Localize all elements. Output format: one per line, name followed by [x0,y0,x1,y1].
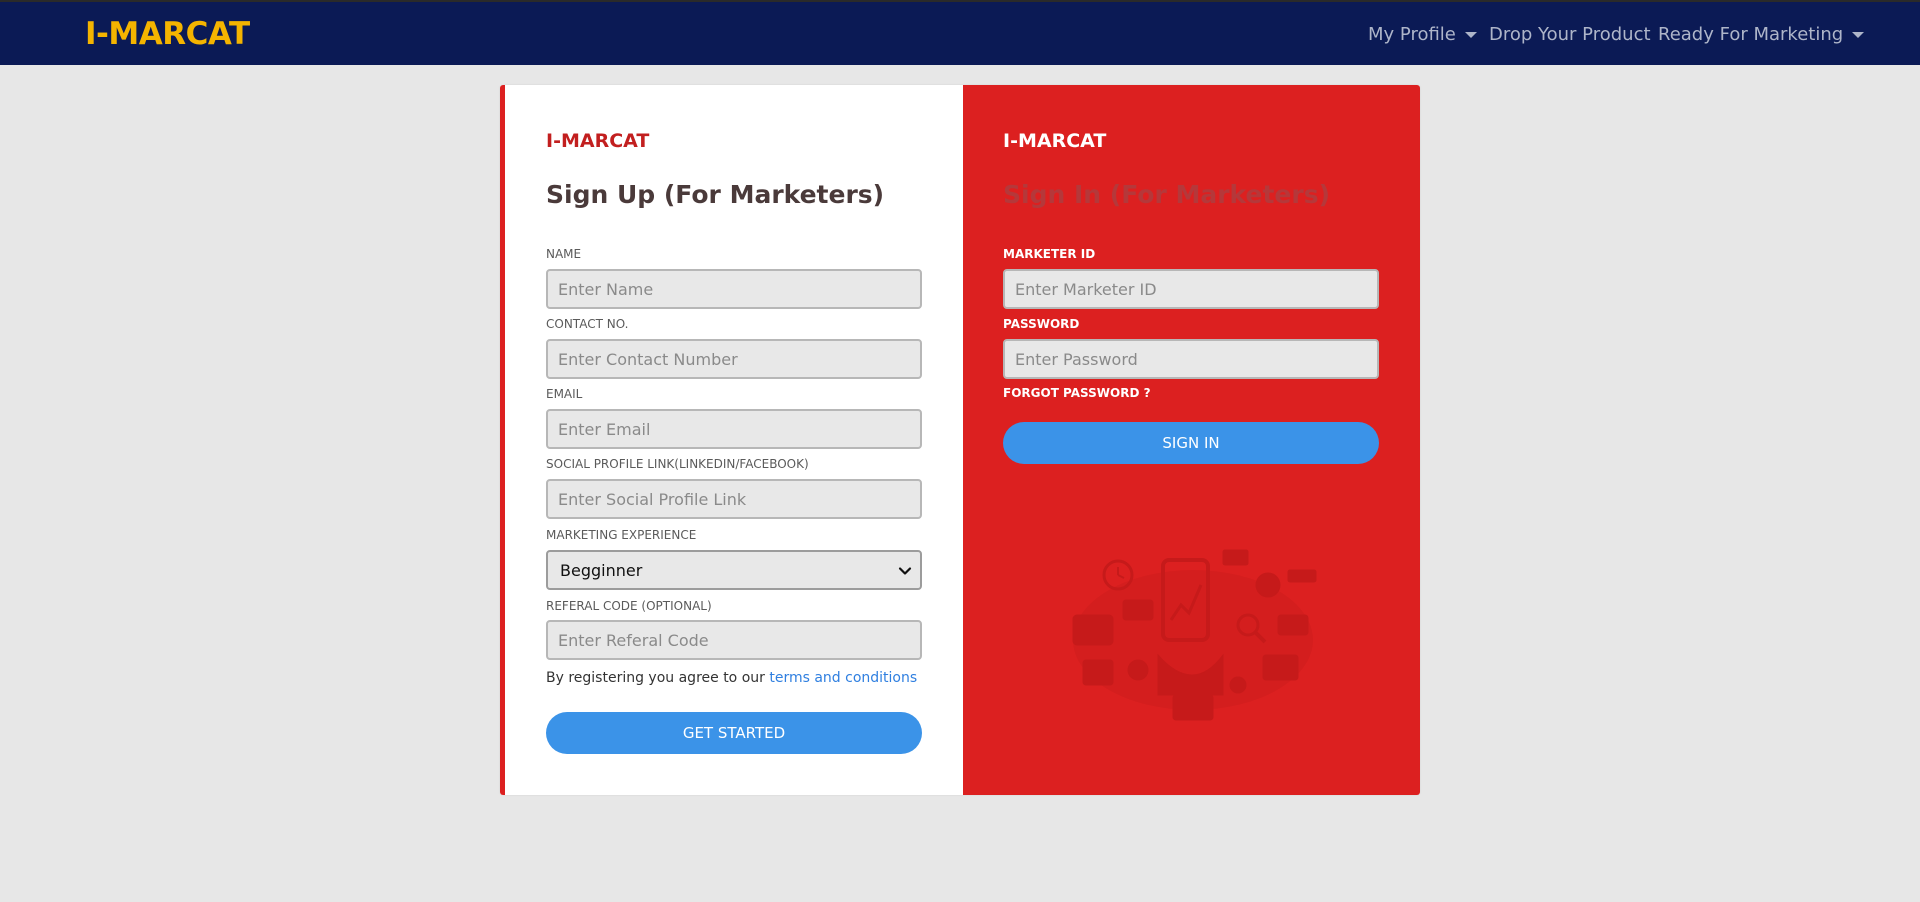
signup-brand: I-MARCAT [546,130,650,152]
chevron-down-icon [898,567,912,575]
referal-code-label: REFERAL CODE (OPTIONAL) [546,599,712,613]
social-profile-label: SOCIAL PROFILE LINK(LINKEDIN/FACEBOOK) [546,457,809,471]
signin-title: Sign In (For Marketers) [1003,180,1331,209]
password-input[interactable] [1003,339,1379,379]
nav-item-ready-for-marketing[interactable]: Ready For Marketing [1658,24,1865,45]
get-started-button[interactable]: GET STARTED [546,712,922,754]
signin-brand: I-MARCAT [1003,130,1107,152]
terms-agreement-text: By registering you agree to our terms an… [546,670,917,686]
signup-panel: I-MARCAT Sign Up (For Marketers) NAME CO… [500,85,963,795]
caret-down-icon [1464,32,1477,38]
sign-in-button[interactable]: SIGN IN [1003,422,1379,464]
contact-label: CONTACT NO. [546,317,629,331]
terms-prefix: By registering you agree to our [546,670,770,686]
email-input[interactable] [546,409,922,449]
experience-select-value: Begginner [560,561,643,580]
auth-card: I-MARCAT Sign Up (For Marketers) NAME CO… [500,85,1420,795]
nav-item-label: Drop Your Product [1489,24,1651,45]
caret-down-icon [1852,32,1865,38]
password-label: PASSWORD [1003,317,1080,331]
name-label: NAME [546,247,582,261]
nav-item-my-profile[interactable]: My Profile [1368,24,1477,45]
forgot-password-link[interactable]: FORGOT PASSWORD ? [1003,386,1151,400]
referal-code-input[interactable] [546,620,922,660]
experience-label: MARKETING EXPERIENCE [546,528,697,542]
marketer-id-input[interactable] [1003,269,1379,309]
navbar-brand-logo[interactable]: I-MARCAT [85,16,250,52]
contact-number-input[interactable] [546,339,922,379]
signin-panel: I-MARCAT Sign In (For Marketers) MARKETE… [963,85,1420,795]
email-label: EMAIL [546,387,583,401]
social-profile-input[interactable] [546,479,922,519]
terms-link[interactable]: terms and conditions [769,670,917,686]
nav-item-label: Ready For Marketing [1658,24,1844,45]
marketing-illustration-icon [1072,549,1317,721]
nav-item-label: My Profile [1368,24,1456,45]
name-input[interactable] [546,269,922,309]
signup-title: Sign Up (For Marketers) [546,180,885,209]
marketer-id-label: MARKETER ID [1003,247,1096,261]
top-navbar: I-MARCAT My Profile Drop Your Product Re… [0,0,1920,65]
nav-item-drop-your-product[interactable]: Drop Your Product [1489,24,1651,45]
experience-select[interactable]: Begginner [546,550,922,590]
